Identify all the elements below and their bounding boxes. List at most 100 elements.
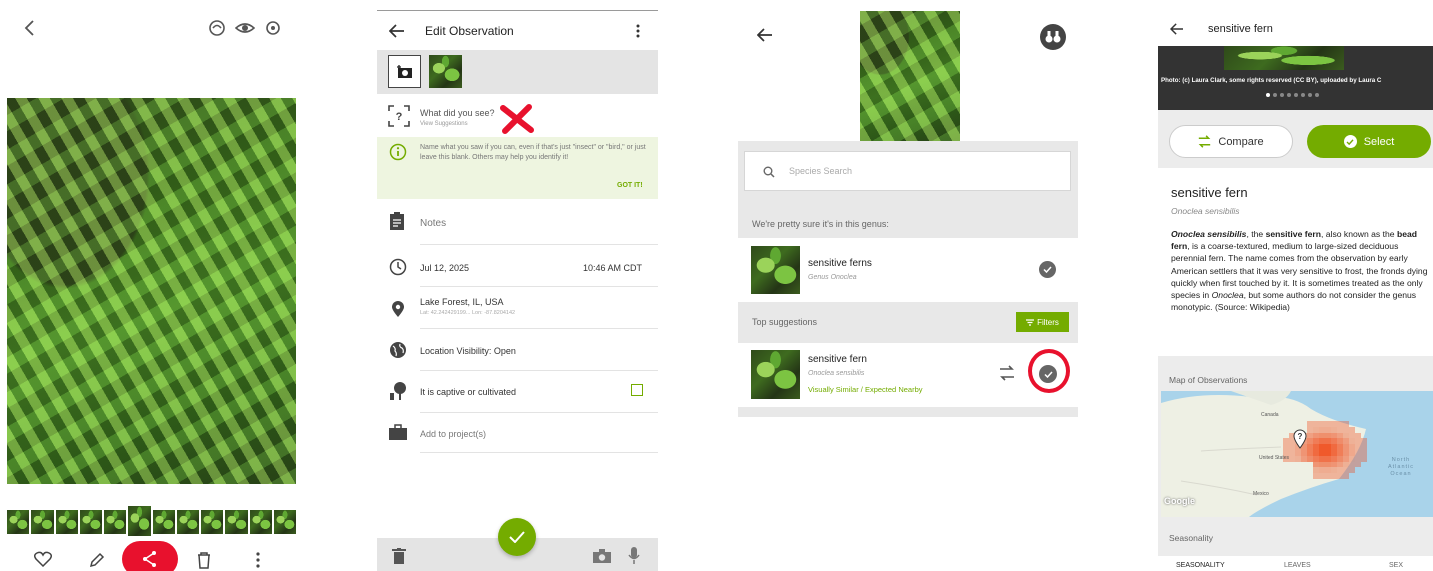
compare-icon — [1199, 135, 1211, 148]
back-arrow-icon[interactable] — [389, 24, 405, 38]
select-button[interactable]: Select — [1307, 125, 1431, 158]
divider — [420, 328, 658, 329]
map-label-ocean: North Atlantic Ocean — [1387, 457, 1415, 477]
genus-select-icon[interactable] — [1039, 261, 1056, 278]
thumbnail[interactable] — [152, 510, 175, 534]
species-select-icon[interactable] — [1039, 365, 1057, 383]
divider — [420, 452, 658, 453]
filters-label: Filters — [1037, 317, 1059, 327]
eye-icon[interactable] — [235, 18, 255, 38]
back-icon[interactable] — [20, 18, 40, 38]
what-did-you-see-field[interactable]: What did you see? — [420, 108, 495, 118]
favorite-icon[interactable] — [34, 551, 52, 567]
compare-label: Compare — [1218, 135, 1264, 148]
compare-button[interactable]: Compare — [1169, 125, 1293, 158]
observation-thumbnail[interactable] — [429, 55, 462, 88]
top-border — [377, 10, 658, 11]
divider — [420, 370, 658, 371]
share-icon[interactable] — [141, 550, 159, 568]
map-heading: Map of Observations — [1169, 375, 1248, 385]
page-title: Edit Observation — [425, 24, 514, 38]
genus-thumbnail — [751, 246, 800, 294]
species-search-input[interactable]: Species Search — [744, 151, 1071, 191]
add-photo-button[interactable] — [388, 55, 421, 88]
svg-text:?: ? — [1298, 432, 1303, 441]
got-it-button[interactable]: GOT IT! — [617, 182, 643, 189]
date-field[interactable]: Jul 12, 2025 — [420, 263, 469, 273]
tip-text: Name what you saw if you can, even if th… — [420, 144, 646, 161]
taxon-detail-panel: sensitive fern Photo: (c) Laura Clark, s… — [1158, 0, 1433, 571]
tab-seasonality[interactable]: SEASONALITY — [1176, 562, 1225, 569]
what-did-you-see-icon[interactable]: ? — [388, 105, 410, 127]
compare-icon[interactable] — [999, 365, 1015, 381]
thumbnail[interactable] — [249, 510, 272, 534]
binoculars-icon[interactable] — [1040, 24, 1066, 50]
genus-subtitle: Genus Onoclea — [808, 274, 857, 281]
captive-icon — [388, 381, 408, 401]
info-icon — [389, 143, 407, 161]
tab-sex[interactable]: SEX — [1389, 562, 1403, 569]
auto-enhance-icon[interactable] — [207, 18, 227, 38]
red-x-annotation — [499, 104, 535, 134]
thumbnail[interactable] — [55, 510, 78, 534]
taxon-photo[interactable] — [1224, 46, 1344, 70]
main-photo[interactable] — [7, 98, 296, 484]
camera-icon[interactable] — [593, 549, 611, 563]
thumbnail[interactable] — [225, 510, 248, 534]
delete-icon[interactable] — [196, 551, 212, 569]
thumbnail[interactable] — [7, 510, 30, 534]
density-cell — [1361, 455, 1367, 462]
thumbnail[interactable] — [128, 506, 151, 536]
edit-icon[interactable] — [88, 551, 106, 569]
divider — [420, 286, 658, 287]
description-text: , also known as the — [1320, 229, 1397, 239]
notes-icon — [389, 212, 405, 230]
map-label-canada: Canada — [1261, 412, 1279, 418]
briefcase-icon — [389, 424, 407, 440]
genus-name: sensitive ferns — [808, 258, 872, 269]
overflow-menu-icon[interactable] — [635, 24, 641, 38]
thumbnail[interactable] — [273, 510, 296, 534]
photo-credit: Photo: (c) Laura Clark, some rights rese… — [1161, 77, 1382, 84]
search-placeholder: Species Search — [789, 166, 853, 176]
add-to-projects-field[interactable]: Add to project(s) — [420, 429, 486, 439]
density-cell — [1343, 473, 1349, 479]
observations-map[interactable]: ? Canada United States Mexico North Atla… — [1161, 391, 1433, 517]
location-visibility-field[interactable]: Location Visibility: Open — [420, 346, 516, 356]
description-scientific-name: Onoclea sensibilis — [1171, 229, 1247, 239]
search-icon — [763, 166, 775, 178]
back-arrow-icon[interactable] — [1170, 23, 1184, 35]
notes-field[interactable]: Notes — [420, 218, 446, 229]
density-cell — [1355, 461, 1361, 468]
thumbnail[interactable] — [79, 510, 102, 534]
description-text: , the — [1246, 229, 1266, 239]
filters-button[interactable]: Filters — [1016, 312, 1069, 332]
genus-heading: We're pretty sure it's in this genus: — [752, 219, 889, 229]
top-suggestions-heading: Top suggestions — [752, 317, 818, 327]
thumbnail[interactable] — [104, 510, 127, 534]
thumbnail[interactable] — [201, 510, 224, 534]
map-label-united-states: United States — [1259, 455, 1290, 461]
view-suggestions-link[interactable]: View Suggestions — [420, 121, 468, 127]
location-field[interactable]: Lake Forest, IL, USA — [420, 297, 504, 307]
thumbnail-strip[interactable] — [7, 506, 296, 536]
trash-icon[interactable] — [392, 548, 406, 564]
photo-pager-dots[interactable] — [1266, 93, 1319, 97]
thumbnail[interactable] — [176, 510, 199, 534]
save-button[interactable] — [498, 518, 536, 556]
lens-icon[interactable] — [263, 18, 283, 38]
page-title: sensitive fern — [1208, 23, 1273, 35]
time-field[interactable]: 10:46 AM CDT — [583, 263, 642, 273]
taxon-description: Onoclea sensibilis, the sensitive fern, … — [1171, 228, 1433, 313]
back-arrow-icon[interactable] — [757, 28, 773, 42]
tab-leaves[interactable]: LEAVES — [1284, 562, 1311, 569]
more-icon[interactable] — [255, 552, 261, 568]
scientific-name: Onoclea sensibilis — [1171, 206, 1240, 216]
observation-photo[interactable] — [860, 11, 960, 141]
map-label-mexico: Mexico — [1253, 491, 1269, 497]
thumbnail[interactable] — [31, 510, 54, 534]
common-name: sensitive fern — [1171, 185, 1248, 200]
captive-checkbox[interactable] — [631, 384, 643, 396]
species-thumbnail — [751, 350, 800, 399]
microphone-icon[interactable] — [628, 547, 640, 565]
